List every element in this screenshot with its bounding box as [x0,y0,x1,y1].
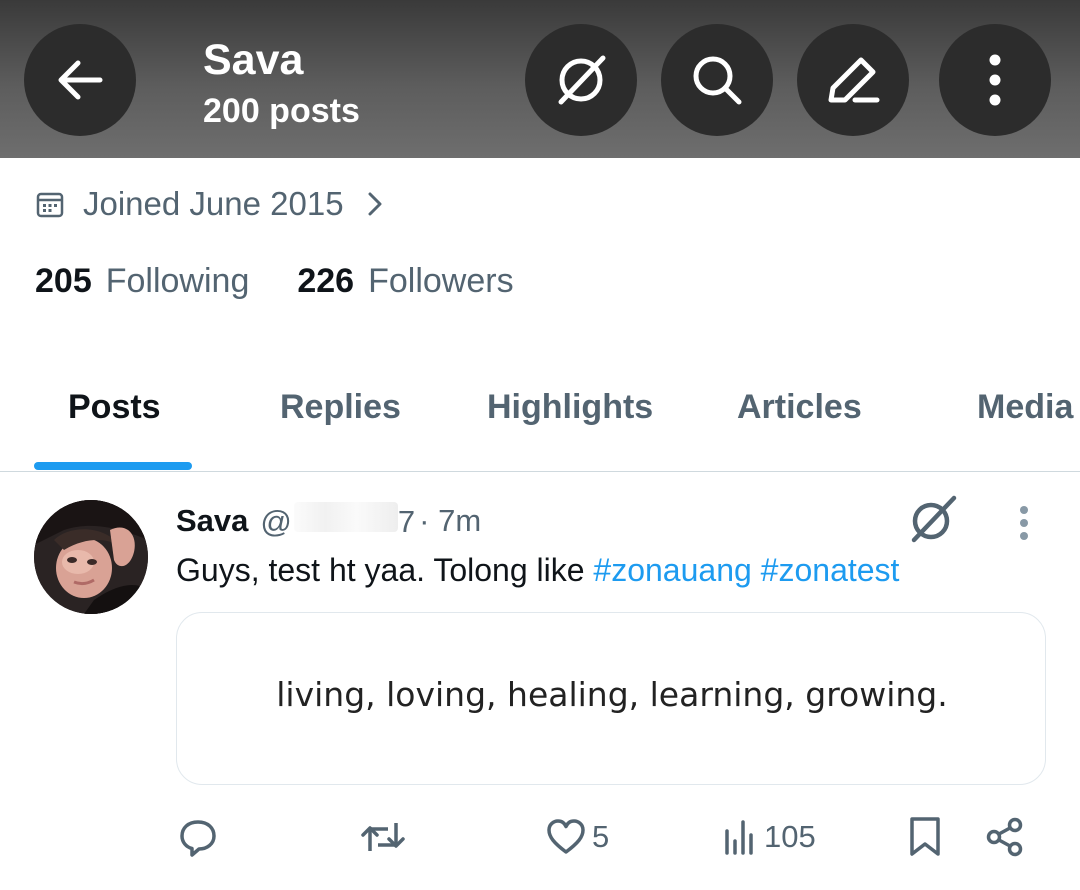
views-count: 105 [764,819,816,854]
header-post-count: 200 posts [203,92,360,130]
tab-replies[interactable]: Replies [280,388,401,427]
edit-icon [828,57,880,103]
post-text: Guys, test ht yaa. Tolong like #zonauang… [176,552,899,589]
repost-icon [361,823,405,851]
card-text: living, loving, healing, learning, growi… [276,675,948,714]
handle-redaction [293,502,398,532]
post-text-body: Guys, test ht yaa. Tolong like [176,552,585,588]
tab-articles[interactable]: Articles [737,388,862,427]
bookmark-button[interactable] [908,815,942,859]
tab-media[interactable]: Media [977,388,1073,427]
profile-tabs: Posts Replies Highlights Articles Media [0,370,1080,472]
views-icon [725,820,753,855]
post-author-handle[interactable]: @7 [260,502,415,540]
followers-label: Followers [368,262,514,300]
hashtag-link[interactable]: #zonatest [761,552,900,588]
reply-button[interactable] [178,815,224,859]
back-button[interactable] [24,24,136,136]
grok-icon [558,55,606,105]
post-header: Sava @7 · 7m [176,500,481,542]
edit-profile-button[interactable] [797,24,909,136]
following-label: Following [105,262,250,300]
post-media-card[interactable]: living, loving, healing, learning, growi… [176,612,1046,785]
post-more-icon[interactable] [1012,505,1036,543]
followers-link[interactable]: 226 Followers [297,262,513,301]
chevron-right-icon [368,192,382,216]
tab-highlights[interactable]: Highlights [487,388,653,427]
following-link[interactable]: 205 Following [35,262,249,301]
back-arrow-icon [58,60,103,100]
calendar-icon [36,192,64,218]
bookmark-icon [910,817,940,856]
post-grok-icon[interactable] [904,494,960,544]
active-tab-indicator [34,462,192,470]
like-count: 5 [592,819,610,854]
following-count: 205 [35,262,92,300]
more-vertical-icon [989,54,1001,106]
hashtag-link[interactable]: #zonauang [593,552,751,588]
tabs-divider [0,471,1080,472]
joined-date-row[interactable]: Joined June 2015 [35,184,384,224]
reply-icon [180,820,216,857]
repost-button[interactable] [360,815,412,859]
share-icon [986,817,1023,857]
followers-count: 226 [297,262,355,300]
post-author-name[interactable]: Sava [176,503,248,539]
search-icon [693,56,742,105]
like-button[interactable]: 5 [546,815,609,859]
handle-suffix: 7 [397,504,416,539]
post-timestamp[interactable]: · 7m [419,503,481,539]
header-profile-name: Sava [203,36,304,84]
tab-posts[interactable]: Posts [68,388,161,427]
search-button[interactable] [661,24,773,136]
handle-prefix: @ [260,504,292,539]
follow-stats: 205 Following 226 Followers [35,262,514,301]
avatar[interactable] [34,500,148,614]
grok-button[interactable] [525,24,637,136]
avatar-photo [34,500,148,614]
share-button[interactable] [985,815,1025,859]
more-options-button[interactable] [939,24,1051,136]
views-button[interactable]: 105 [722,815,816,859]
heart-icon [547,819,585,854]
profile-header: Sava 200 posts [0,0,1080,158]
joined-date-text: Joined June 2015 [83,185,344,222]
